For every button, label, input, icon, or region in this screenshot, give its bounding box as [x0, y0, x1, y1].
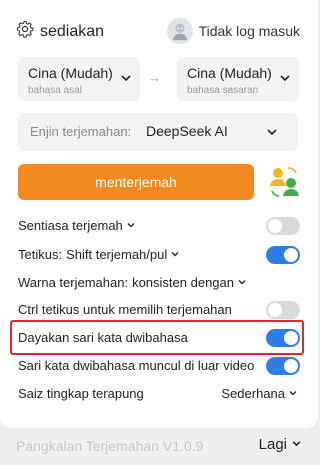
users-icon[interactable]	[266, 164, 302, 205]
highlight-box	[10, 320, 304, 355]
subtitles-outside-video-row: Sari kata dwibahasa muncul di luar video	[18, 355, 300, 377]
target-language-select[interactable]: Cina (Mudah) bahasa sasaran	[177, 57, 299, 101]
mouse-mode-dropdown[interactable]: Shift terjemah/pul	[66, 247, 180, 262]
ctrl-select-row: Ctrl tetikus untuk memilih terjemahan	[18, 299, 300, 321]
chevron-down-icon	[170, 247, 180, 262]
chevron-down-icon	[266, 125, 278, 143]
chevron-down-icon	[237, 275, 247, 290]
translation-color-value: konsisten dengan	[132, 275, 234, 290]
chevron-down-icon	[291, 436, 302, 453]
chevron-down-icon	[279, 71, 291, 89]
translation-color-dropdown[interactable]: konsisten dengan	[132, 275, 247, 290]
always-translate-toggle[interactable]	[266, 217, 300, 235]
floating-window-size-row: Saiz tingkap terapung Sederhana	[18, 383, 300, 405]
engine-value: DeepSeek AI	[146, 123, 228, 139]
source-language-name: Cina (Mudah)	[28, 65, 113, 81]
popup-panel: sediakan Tidak log masuk Cina (Mudah) ba…	[0, 0, 318, 428]
ctrl-select-label: Ctrl tetikus untuk memilih terjemahan	[18, 302, 232, 317]
target-language-name: Cina (Mudah)	[187, 65, 272, 81]
always-translate-label: Sentiasa terjemah	[18, 218, 123, 233]
translate-button[interactable]: menterjemah	[18, 164, 254, 200]
subtitles-outside-video-label: Sari kata dwibahasa muncul di luar video	[18, 358, 255, 373]
target-language-caption: bahasa sasaran	[187, 85, 259, 96]
engine-label: Enjin terjemahan:	[30, 124, 132, 139]
settings-label: sediakan	[40, 22, 105, 40]
floating-window-size-label: Saiz tingkap terapung	[18, 386, 144, 401]
floating-window-size-dropdown[interactable]: Sederhana	[221, 386, 298, 401]
ctrl-select-toggle[interactable]	[266, 301, 300, 319]
more-label: Lagi	[258, 436, 287, 453]
source-language-caption: bahasa asal	[28, 85, 82, 96]
always-translate-row: Sentiasa terjemah	[18, 215, 300, 237]
translation-engine-select[interactable]: Enjin terjemahan: DeepSeek AI	[18, 113, 298, 151]
avatar-icon	[166, 18, 193, 44]
chevron-down-icon	[288, 386, 298, 401]
login-status-label: Tidak log masuk	[198, 23, 300, 39]
always-translate-dropdown[interactable]: Sentiasa terjemah	[18, 218, 136, 233]
mouse-mode-toggle[interactable]	[266, 246, 300, 264]
gear-icon	[16, 20, 34, 43]
source-language-select[interactable]: Cina (Mudah) bahasa asal	[18, 57, 140, 101]
translation-color-row: Warna terjemahan: konsisten dengan	[18, 272, 300, 294]
chevron-down-icon	[120, 71, 132, 89]
floating-window-size-value: Sederhana	[221, 386, 285, 401]
version-label: Pangkalan Terjemahan V1.0.9	[16, 438, 204, 454]
settings-button[interactable]: sediakan	[16, 20, 104, 43]
swap-arrow-icon[interactable]: →	[148, 70, 161, 85]
chevron-down-icon	[126, 218, 136, 233]
mouse-mode-value: Shift terjemah/pul	[66, 247, 168, 262]
subtitles-outside-video-toggle[interactable]	[266, 357, 300, 375]
mouse-mode-row: Tetikus: Shift terjemah/pul	[18, 244, 300, 266]
header: sediakan Tidak log masuk	[16, 18, 302, 46]
login-status-button[interactable]: Tidak log masuk	[166, 18, 300, 44]
more-button[interactable]: Lagi	[259, 436, 302, 453]
translation-color-label: Warna terjemahan:	[18, 275, 129, 290]
mouse-mode-label: Tetikus:	[18, 247, 63, 262]
